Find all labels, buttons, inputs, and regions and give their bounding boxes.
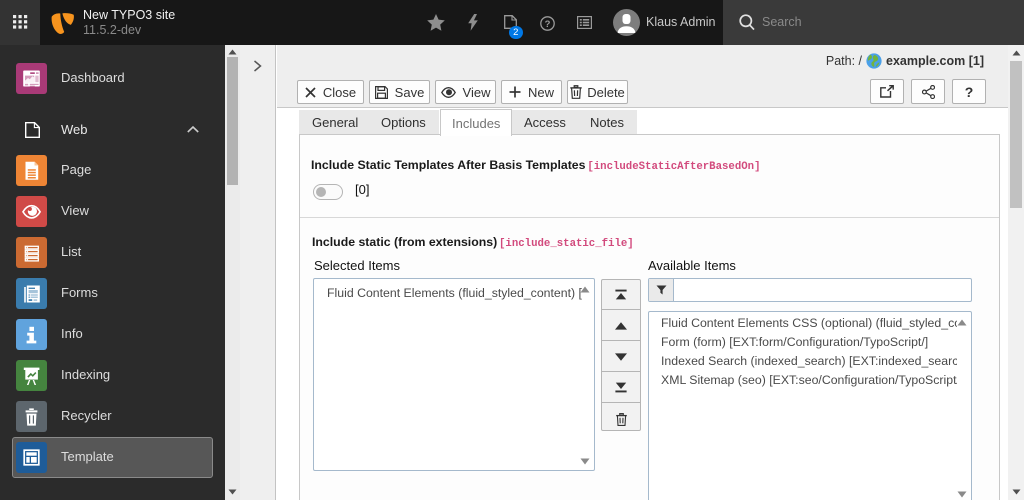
svg-text:?: ? bbox=[545, 19, 551, 30]
